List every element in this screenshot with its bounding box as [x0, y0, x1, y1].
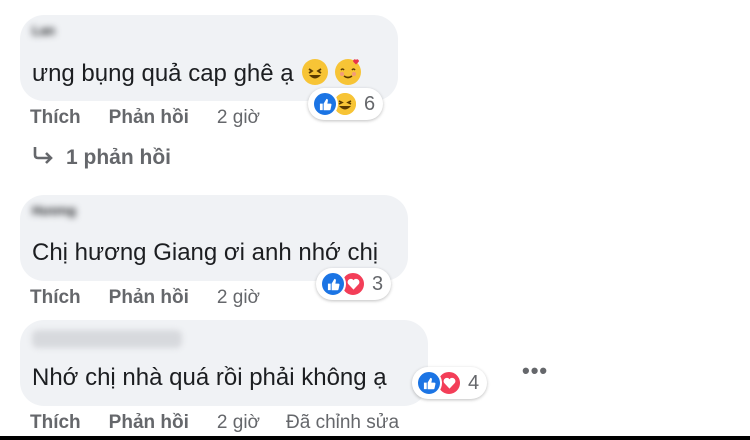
comment-actions: Thích Phản hồi 2 giờ [30, 287, 286, 309]
comment-author[interactable]: Hương [32, 203, 76, 218]
bottom-border [0, 436, 750, 440]
comment-3: Nhớ chị nhà quá rồi phải không ạ 4 [20, 320, 488, 406]
reply-arrow-icon [32, 145, 54, 171]
reaction-count: 4 [468, 371, 480, 394]
comment-text: Nhớ chị nhà quá rồi phải không ạ [32, 364, 387, 391]
comment-text: Chị hương Giang ơi anh nhớ chị [32, 239, 379, 266]
like-button[interactable]: Thích [30, 287, 81, 309]
like-icon [320, 271, 346, 297]
timestamp[interactable]: 2 giờ [217, 412, 260, 434]
reaction-summary[interactable]: 6 [308, 88, 384, 120]
reply-button[interactable]: Phản hồi [109, 107, 189, 129]
grinning-emoji-icon [302, 59, 329, 85]
more-options-button[interactable]: ••• [522, 358, 548, 384]
like-icon [312, 91, 338, 117]
comment-author[interactable]: Lan [32, 23, 55, 38]
comment-text-content: ưng bụng quả cap ghê ạ [32, 60, 294, 87]
like-button[interactable]: Thích [30, 107, 81, 129]
timestamp[interactable]: 2 giờ [217, 287, 260, 309]
comment-1: Lan ưng bụng quả cap ghê ạ 6 [20, 15, 398, 120]
reaction-summary[interactable]: 4 [412, 367, 488, 399]
reply-button[interactable]: Phản hồi [109, 287, 189, 309]
comment-author-redacted [32, 330, 182, 348]
comment-text: ưng bụng quả cap ghê ạ [32, 59, 361, 88]
comment-bubble: Nhớ chị nhà quá rồi phải không ạ [20, 320, 428, 406]
comment-actions: Thích Phản hồi 2 giờ Đã chỉnh sửa [30, 412, 425, 434]
reaction-count: 6 [364, 92, 376, 115]
view-replies-label: 1 phản hồi [66, 146, 171, 169]
comment-actions: Thích Phản hồi 2 giờ [30, 107, 286, 129]
comment-2: Hương Chị hương Giang ơi anh nhớ chị 3 [20, 195, 408, 300]
view-replies-link[interactable]: 1 phản hồi [32, 145, 171, 171]
edited-label: Đã chỉnh sửa [286, 412, 400, 433]
reaction-count: 3 [372, 272, 384, 295]
like-button[interactable]: Thích [30, 412, 81, 434]
reply-button[interactable]: Phản hồi [109, 412, 189, 434]
smiling-hearts-emoji-icon [334, 59, 361, 85]
timestamp[interactable]: 2 giờ [217, 107, 260, 129]
like-icon [416, 370, 442, 396]
reaction-summary[interactable]: 3 [316, 268, 392, 300]
